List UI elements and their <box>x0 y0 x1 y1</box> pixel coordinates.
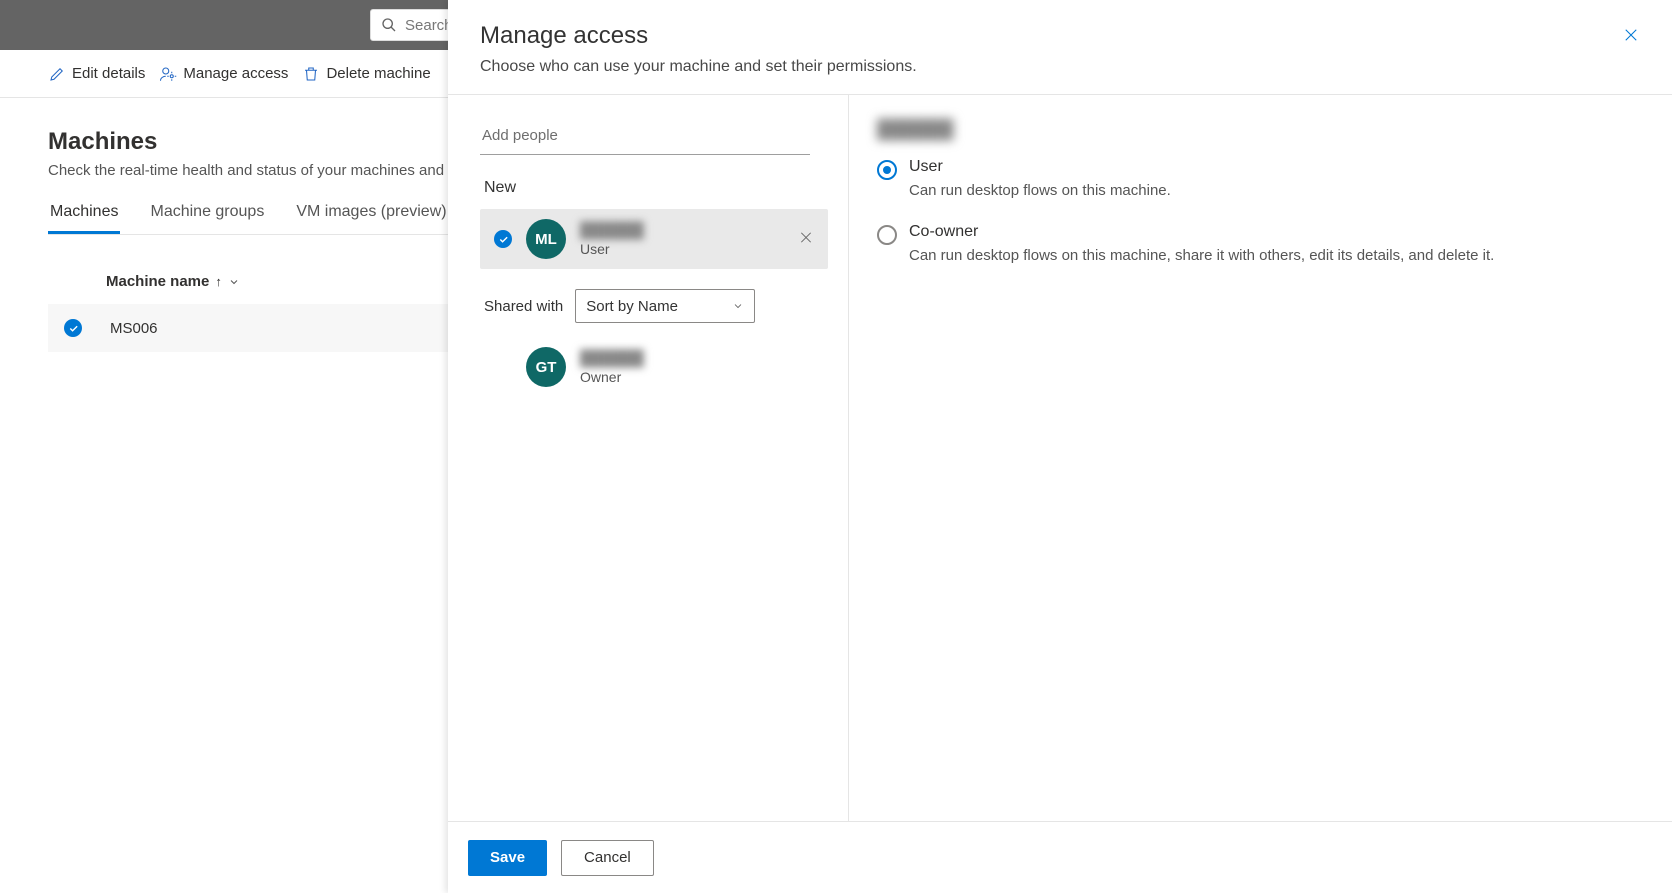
person-text: ██████ User <box>580 222 644 257</box>
edit-details-label: Edit details <box>72 65 145 82</box>
tab-machines[interactable]: Machines <box>48 203 120 234</box>
new-section-label: New <box>484 179 832 197</box>
chevron-down-icon <box>732 300 744 312</box>
person-name: ██████ <box>580 222 644 239</box>
delete-machine-label: Delete machine <box>326 65 430 82</box>
sort-selected-value: Sort by Name <box>586 298 678 315</box>
save-button[interactable]: Save <box>468 840 547 876</box>
person-role: Owner <box>580 369 644 385</box>
permission-coowner-label: Co-owner <box>909 223 1494 241</box>
panel-subtitle: Choose who can use your machine and set … <box>480 58 1640 76</box>
selected-person-heading: ██████ <box>877 119 954 140</box>
person-selected-check-icon <box>494 230 512 248</box>
shared-with-row: Shared with Sort by Name <box>484 289 832 323</box>
edit-details-button[interactable]: Edit details <box>48 65 145 83</box>
permission-coowner-desc: Can run desktop flows on this machine, s… <box>909 245 1494 268</box>
people-column: New ML ██████ User Shared with Sort by N… <box>448 95 848 821</box>
close-icon <box>798 230 814 246</box>
close-panel-button[interactable] <box>1622 26 1642 46</box>
sort-by-select[interactable]: Sort by Name <box>575 289 755 323</box>
permission-user-desc: Can run desktop flows on this machine. <box>909 180 1171 203</box>
permission-user-label: User <box>909 158 1171 176</box>
remove-person-button[interactable] <box>798 230 814 249</box>
manage-access-label: Manage access <box>183 65 288 82</box>
shared-person-row[interactable]: GT ██████ Owner <box>480 337 828 397</box>
add-people-input[interactable] <box>480 119 810 155</box>
machine-name-cell: MS006 <box>110 320 158 337</box>
cancel-button[interactable]: Cancel <box>561 840 654 876</box>
delete-machine-button[interactable]: Delete machine <box>302 65 430 83</box>
panel-body: New ML ██████ User Shared with Sort by N… <box>448 95 1672 821</box>
radio-coowner[interactable] <box>877 225 897 245</box>
chevron-down-icon <box>228 276 240 288</box>
permissions-column: ██████ User Can run desktop flows on thi… <box>848 95 1672 821</box>
radio-user[interactable] <box>877 160 897 180</box>
edit-icon <box>48 65 66 83</box>
manage-access-icon <box>159 65 177 83</box>
person-text: ██████ Owner <box>580 350 644 385</box>
trash-icon <box>302 65 320 83</box>
avatar: ML <box>526 219 566 259</box>
search-icon <box>381 17 397 33</box>
person-name: ██████ <box>580 350 644 367</box>
permission-user-option[interactable]: User Can run desktop flows on this machi… <box>877 158 1632 213</box>
panel-header: Manage access Choose who can use your ma… <box>448 0 1672 95</box>
panel-title: Manage access <box>480 22 1640 50</box>
manage-access-button[interactable]: Manage access <box>159 65 288 83</box>
panel-footer: Save Cancel <box>448 821 1672 893</box>
person-role: User <box>580 241 644 257</box>
permission-coowner-option[interactable]: Co-owner Can run desktop flows on this m… <box>877 223 1632 278</box>
row-selected-check-icon[interactable] <box>64 319 82 337</box>
avatar: GT <box>526 347 566 387</box>
search-placeholder-text: Search <box>405 17 453 34</box>
column-header-label: Machine name <box>106 273 209 290</box>
tab-vm-images[interactable]: VM images (preview) <box>294 203 448 234</box>
sort-ascending-icon: ↑ <box>215 274 222 289</box>
new-person-row[interactable]: ML ██████ User <box>480 209 828 269</box>
shared-with-label: Shared with <box>484 298 563 315</box>
manage-access-panel: Manage access Choose who can use your ma… <box>448 0 1672 893</box>
close-icon <box>1622 26 1640 44</box>
tab-machine-groups[interactable]: Machine groups <box>148 203 266 234</box>
